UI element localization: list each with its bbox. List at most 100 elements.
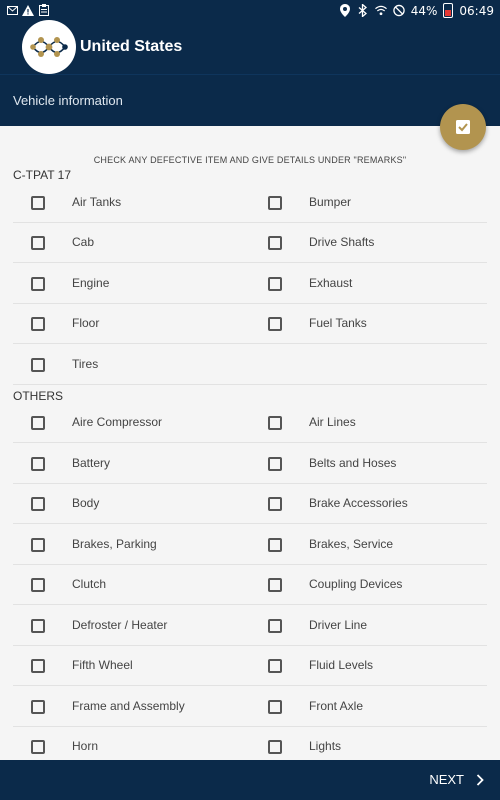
checklist-item[interactable]: Lights bbox=[250, 727, 487, 760]
checklist-row: Clutch Coupling Devices bbox=[13, 565, 487, 605]
checkbox[interactable] bbox=[268, 236, 282, 250]
checkbox[interactable] bbox=[268, 317, 282, 331]
checklist-item[interactable]: Body bbox=[13, 484, 250, 524]
checkbox[interactable] bbox=[31, 619, 45, 633]
checkbox[interactable] bbox=[31, 457, 45, 471]
checklist-item[interactable]: Fifth Wheel bbox=[13, 646, 250, 686]
checkbox[interactable] bbox=[31, 236, 45, 250]
checklist-item[interactable]: Driver Line bbox=[250, 606, 487, 646]
checklist-item[interactable]: Engine bbox=[13, 264, 250, 304]
bottom-bar: NEXT bbox=[0, 760, 500, 800]
status-bar: 44% 06:49 bbox=[0, 0, 500, 22]
checklist-item[interactable]: Clutch bbox=[13, 565, 250, 605]
checkbox[interactable] bbox=[268, 196, 282, 210]
checkbox[interactable] bbox=[268, 416, 282, 430]
checklist-scroll-area[interactable]: CHECK ANY DEFECTIVE ITEM AND GIVE DETAIL… bbox=[0, 126, 500, 760]
checkbox[interactable] bbox=[31, 659, 45, 673]
checkbox[interactable] bbox=[31, 196, 45, 210]
item-label: Drive Shafts bbox=[309, 235, 375, 249]
next-label: NEXT bbox=[429, 772, 464, 787]
checklist-item[interactable]: Exhaust bbox=[250, 264, 487, 304]
item-label: Horn bbox=[72, 739, 99, 753]
checkbox[interactable] bbox=[268, 578, 282, 592]
checklist-item[interactable]: Brake Accessories bbox=[250, 484, 487, 524]
section-title-ctpat: C-TPAT 17 bbox=[13, 168, 72, 182]
checklist-item[interactable]: Frame and Assembly bbox=[13, 687, 250, 727]
item-label: Battery bbox=[72, 456, 111, 470]
checklist-item[interactable]: Floor bbox=[13, 304, 250, 344]
item-label: Coupling Devices bbox=[309, 577, 403, 591]
checklist-row: Battery Belts and Hoses bbox=[13, 444, 487, 484]
item-label: Frame and Assembly bbox=[72, 699, 185, 713]
checklist-item[interactable]: Battery bbox=[13, 444, 250, 484]
checkbox[interactable] bbox=[31, 277, 45, 291]
checklist-item[interactable]: Coupling Devices bbox=[250, 565, 487, 605]
checklist-item[interactable]: Aire Compressor bbox=[13, 403, 250, 443]
checkbox[interactable] bbox=[31, 578, 45, 592]
checklist-item[interactable]: Tires bbox=[13, 345, 250, 385]
checkbox[interactable] bbox=[31, 497, 45, 511]
checkbox[interactable] bbox=[268, 457, 282, 471]
checklist-item[interactable]: Bumper bbox=[250, 183, 487, 223]
item-label: Fluid Levels bbox=[309, 658, 374, 672]
checklist-item[interactable]: Cab bbox=[13, 223, 250, 263]
checklist-item[interactable]: Air Lines bbox=[250, 403, 487, 443]
check-all-button[interactable] bbox=[440, 104, 486, 150]
checklist-item[interactable]: Drive Shafts bbox=[250, 223, 487, 263]
item-label: Exhaust bbox=[309, 276, 353, 290]
checklist-item[interactable]: Brakes, Service bbox=[250, 525, 487, 565]
checkbox[interactable] bbox=[268, 497, 282, 511]
item-label: Brake Accessories bbox=[309, 496, 408, 510]
checkbox[interactable] bbox=[31, 700, 45, 714]
item-label: Belts and Hoses bbox=[309, 456, 397, 470]
checkbox[interactable] bbox=[268, 538, 282, 552]
item-label: Clutch bbox=[72, 577, 107, 591]
item-label: Driver Line bbox=[309, 618, 368, 632]
checkbox[interactable] bbox=[268, 277, 282, 291]
item-label: Cab bbox=[72, 235, 95, 249]
app-bar: United States bbox=[0, 20, 500, 74]
do-not-disturb-icon bbox=[393, 4, 405, 18]
checklist-item[interactable]: Defroster / Heater bbox=[13, 606, 250, 646]
app-title: United States bbox=[80, 38, 183, 55]
checklist-row: Brakes, Parking Brakes, Service bbox=[13, 525, 487, 565]
checkbox[interactable] bbox=[268, 740, 282, 754]
item-label: Fifth Wheel bbox=[72, 658, 133, 672]
checklist-row: Engine Exhaust bbox=[13, 264, 487, 304]
clipboard-icon bbox=[38, 3, 50, 17]
item-label: Floor bbox=[72, 316, 100, 330]
checkbox[interactable] bbox=[268, 659, 282, 673]
location-icon bbox=[339, 4, 351, 18]
checklist-row: Floor Fuel Tanks bbox=[13, 304, 487, 344]
checklist-item[interactable]: Brakes, Parking bbox=[13, 525, 250, 565]
checkbox[interactable] bbox=[31, 740, 45, 754]
checkbox[interactable] bbox=[31, 538, 45, 552]
checkbox[interactable] bbox=[268, 700, 282, 714]
status-right-icons: 44% 06:49 bbox=[339, 3, 494, 18]
checklist-row: Fifth Wheel Fluid Levels bbox=[13, 646, 487, 686]
item-label: Aire Compressor bbox=[72, 415, 163, 429]
item-label: Air Lines bbox=[309, 415, 356, 429]
battery-icon bbox=[443, 3, 454, 18]
checklist-item[interactable]: Front Axle bbox=[250, 687, 487, 727]
checklist-item[interactable]: Belts and Hoses bbox=[250, 444, 487, 484]
checklist-row: Horn Lights bbox=[13, 727, 487, 760]
item-label: Bumper bbox=[309, 195, 352, 209]
checkbox[interactable] bbox=[31, 358, 45, 372]
checkbox[interactable] bbox=[31, 317, 45, 331]
checkbox[interactable] bbox=[268, 619, 282, 633]
mail-icon bbox=[6, 3, 18, 17]
section-title-others: OTHERS bbox=[13, 389, 64, 403]
checklist-row: Air Tanks Bumper bbox=[13, 183, 487, 223]
checklist-item[interactable]: Fuel Tanks bbox=[250, 304, 487, 344]
bluetooth-icon bbox=[357, 4, 369, 18]
checkbox[interactable] bbox=[31, 416, 45, 430]
instruction-text: CHECK ANY DEFECTIVE ITEM AND GIVE DETAIL… bbox=[93, 155, 407, 165]
chevron-right-icon bbox=[476, 773, 484, 786]
checklist-item[interactable]: Air Tanks bbox=[13, 183, 250, 223]
status-left-icons bbox=[6, 3, 50, 17]
checklist-row: Cab Drive Shafts bbox=[13, 223, 487, 263]
next-button[interactable]: NEXT bbox=[429, 772, 484, 787]
checklist-item[interactable]: Horn bbox=[13, 727, 250, 760]
checklist-item[interactable]: Fluid Levels bbox=[250, 646, 487, 686]
